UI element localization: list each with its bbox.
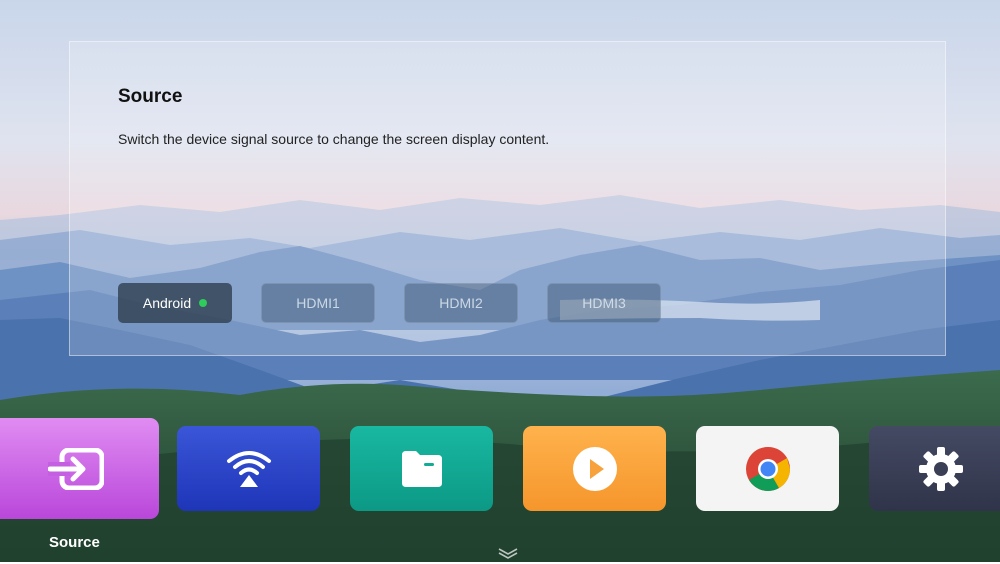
video-player-icon xyxy=(572,446,618,492)
app-tile-file-manager[interactable] xyxy=(350,426,493,511)
source-button-android[interactable]: Android xyxy=(118,283,232,323)
panel-title: Source xyxy=(118,86,183,107)
active-indicator-dot xyxy=(199,299,208,307)
source-button-hdmi2[interactable]: HDMI2 xyxy=(404,283,518,323)
source-button-hdmi1[interactable]: HDMI1 xyxy=(261,283,375,323)
source-label: Android xyxy=(142,295,192,311)
file-manager-icon xyxy=(400,449,444,489)
source-panel: Source Switch the device signal source t… xyxy=(69,41,946,356)
app-tile-chrome[interactable] xyxy=(696,426,839,511)
focused-app-label: Source xyxy=(49,534,100,551)
settings-gear-icon xyxy=(917,445,965,493)
panel-description: Switch the device signal source to chang… xyxy=(118,131,550,147)
app-tile-source[interactable] xyxy=(0,418,159,519)
source-button-hdmi3[interactable]: HDMI3 xyxy=(547,283,661,323)
app-tile-video-player[interactable] xyxy=(523,426,666,511)
source-label: HDMI1 xyxy=(296,295,340,311)
screen-cast-icon xyxy=(225,449,273,489)
chrome-icon xyxy=(744,445,792,493)
source-label: HDMI3 xyxy=(582,295,626,311)
source-input-icon xyxy=(47,447,104,490)
source-label: HDMI2 xyxy=(439,295,483,311)
app-tile-screen-cast[interactable] xyxy=(177,426,320,511)
chevron-down-icon[interactable] xyxy=(496,546,520,564)
app-tile-settings[interactable] xyxy=(869,426,1000,511)
